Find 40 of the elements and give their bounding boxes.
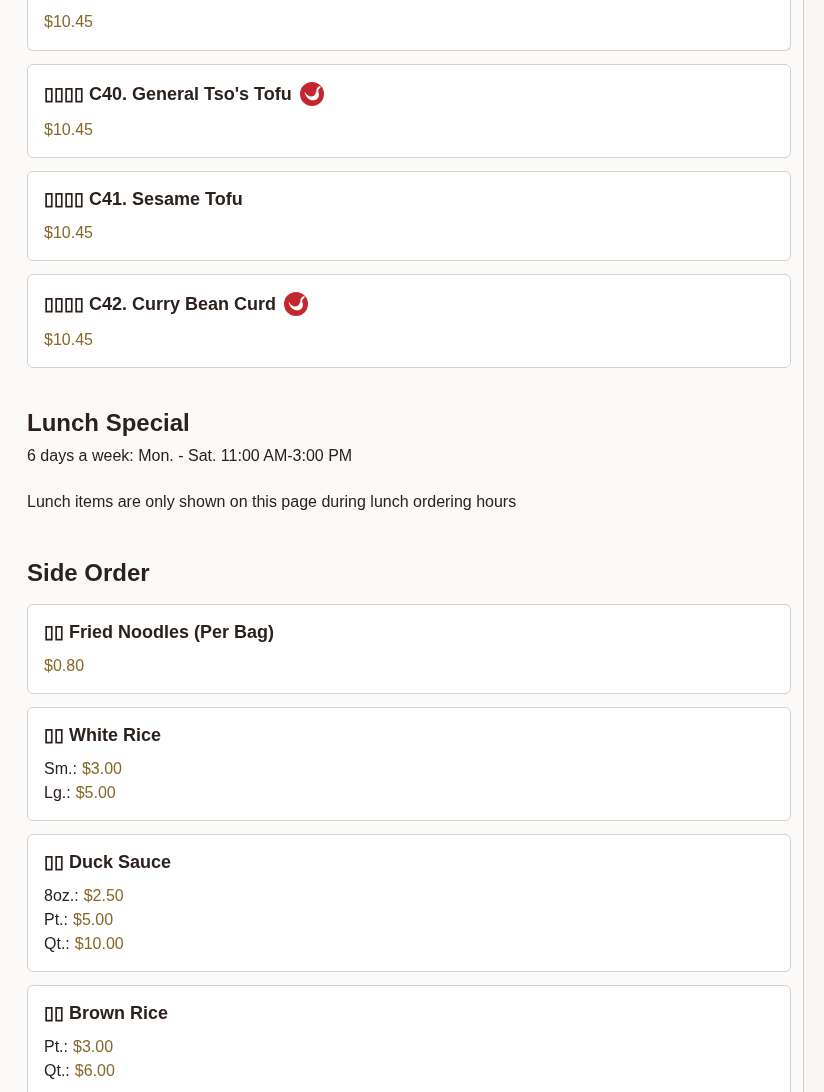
menu-item-card[interactable]: ▯▯▯▯ C41. Sesame Tofu $10.45: [27, 171, 791, 261]
size-label: Pt.:: [44, 1037, 68, 1057]
price: $2.50: [83, 886, 124, 906]
item-name: ▯▯ Duck Sauce: [44, 851, 172, 874]
menu-item-card[interactable]: ▯▯ White Rice Sm.: $3.00 Lg.: $5.00: [27, 707, 791, 821]
chili-pepper-icon: [299, 82, 324, 106]
size-label: Qt.:: [44, 934, 70, 954]
price: $3.00: [81, 759, 122, 779]
menu-item-card[interactable]: ▯▯ Fried Noodles (Per Bag) $0.80: [27, 604, 791, 694]
size-label: Sm.:: [44, 759, 77, 779]
item-name: ▯▯ White Rice: [44, 724, 161, 747]
size-label: Qt.:: [44, 1061, 70, 1081]
price: $10.45: [44, 223, 93, 243]
menu-item-card[interactable]: ▯▯ Duck Sauce 8oz.: $2.50 Pt.: $5.00 Qt.: $10.00: [27, 834, 791, 972]
price: $5.00: [75, 783, 116, 803]
price: $10.45: [44, 120, 93, 140]
price: $10.45: [44, 330, 93, 350]
price: $5.00: [73, 910, 114, 930]
chili-pepper-icon: [284, 292, 309, 316]
item-name: ▯▯▯▯ C42. Curry Bean Curd: [44, 293, 277, 316]
item-name: ▯▯▯▯ C40. General Tso's Tofu: [44, 83, 292, 106]
price: $10.00: [74, 934, 124, 954]
section-heading: Side Order: [27, 558, 151, 588]
price: $10.45: [44, 12, 93, 32]
hours-text: 6 days a week: Mon. - Sat. 11:00 AM-3:00 PM: [27, 446, 354, 466]
menu-item-card[interactable]: ▯▯ Brown Rice Pt.: $3.00 Qt.: $6.00: [27, 985, 791, 1092]
menu-item-card[interactable]: $10.45: [27, 0, 791, 51]
section-heading: Lunch Special: [27, 408, 191, 438]
item-name: ▯▯▯▯ C41. Sesame Tofu: [44, 188, 243, 211]
menu-item-card[interactable]: ▯▯▯▯ C42. Curry Bean Curd $10.45: [27, 274, 791, 368]
size-label: 8oz.:: [44, 886, 79, 906]
item-name: ▯▯ Brown Rice: [44, 1002, 169, 1025]
price: $6.00: [74, 1061, 115, 1081]
size-label: Pt.:: [44, 910, 68, 930]
item-name: ▯▯ Fried Noodles (Per Bag): [44, 621, 275, 644]
size-label: Lg.:: [44, 783, 71, 803]
price: $3.00: [73, 1037, 114, 1057]
lunch-note: Lunch items are only shown on this page during lunch ordering hours: [27, 492, 518, 512]
menu-item-card[interactable]: ▯▯▯▯ C40. General Tso's Tofu $10.45: [27, 64, 791, 158]
price: $0.80: [44, 656, 85, 676]
